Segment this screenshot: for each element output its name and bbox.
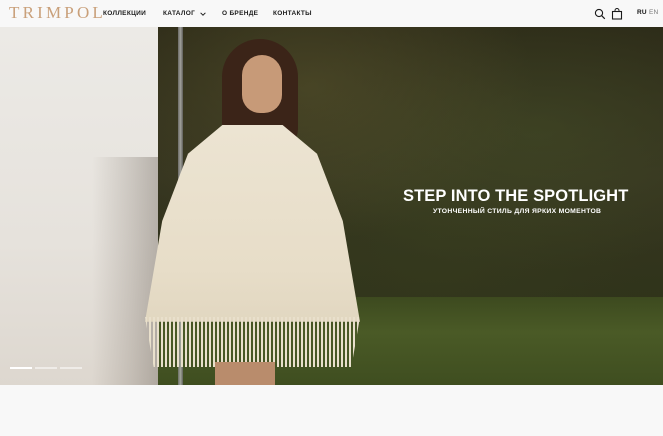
nav-catalog-label: КАТАЛОГ [163,10,196,17]
nav-collections-label: КОЛЛЕКЦИИ [103,10,147,17]
page-content-area [0,385,663,436]
slider-pagination [10,367,85,369]
site-header: TRIMPOL КОЛЛЕКЦИИ КАТАЛОГ О БРЕНДЕ КОНТА… [0,0,663,27]
slider-dot-3[interactable] [60,367,82,369]
cape-fringe [145,317,360,367]
hero-subline: УТОНЧЕННЫЙ СТИЛЬ ДЛЯ ЯРКИХ МОМЕНТОВ [433,208,602,215]
brand-logo[interactable]: TRIMPOL [9,3,106,23]
slider-dot-1[interactable] [10,367,32,369]
language-ru[interactable]: RU [637,9,647,16]
language-en[interactable]: EN [649,9,658,16]
cart-button[interactable] [611,7,623,20]
slider-dot-2[interactable] [35,367,57,369]
nav-catalog-dropdown[interactable]: КАТАЛОГ [163,10,206,17]
nav-collections-link[interactable]: КОЛЛЕКЦИИ [103,10,146,17]
model-legs [215,362,275,385]
nav-contacts-label: КОНТАКТЫ [273,10,312,17]
shopping-bag-icon [611,8,623,20]
hero-banner: STEP INTO THE SPOTLIGHT УТОНЧЕННЫЙ СТИЛЬ… [0,27,663,385]
chevron-down-icon [200,11,206,16]
nav-contacts-link[interactable]: КОНТАКТЫ [273,10,312,17]
hero-headline: STEP INTO THE SPOTLIGHT [403,187,629,205]
nav-about-label: О БРЕНДЕ [222,10,259,17]
search-button[interactable] [594,7,606,20]
nav-about-link[interactable]: О БРЕНДЕ [222,10,258,17]
search-icon [594,8,606,20]
hero-wall-shadow [92,157,158,385]
model-face [242,55,282,113]
